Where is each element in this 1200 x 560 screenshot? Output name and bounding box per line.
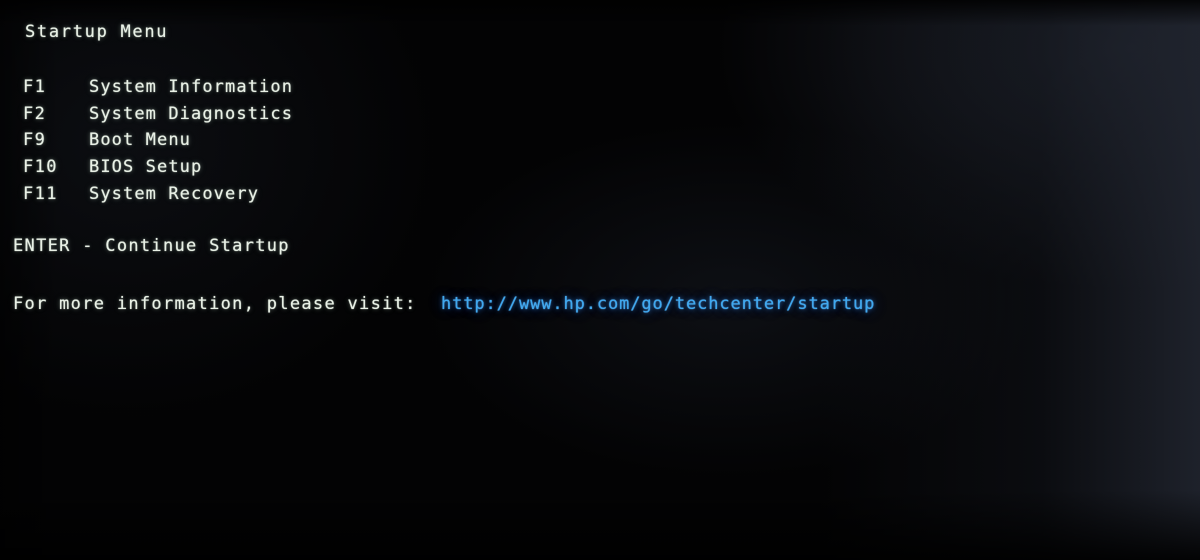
screen-content: Startup Menu F1 System Information F2 Sy… (0, 0, 1200, 560)
continue-startup-hint[interactable]: ENTER - Continue Startup (13, 236, 290, 256)
menu-item-key: F10 (23, 157, 58, 178)
more-information-label: For more information, please visit: (13, 294, 417, 314)
menu-item-key: F2 (23, 103, 47, 124)
menu-item-label: System Diagnostics (89, 103, 294, 124)
bios-startup-menu-screen: Startup Menu F1 System Information F2 Sy… (0, 0, 1200, 560)
menu-item-key: F1 (23, 77, 47, 97)
menu-item-label: BIOS Setup (89, 157, 203, 178)
page-title: Startup Menu (25, 22, 169, 42)
hp-techcenter-url: http://www.hp.com/go/techcenter/startup (441, 294, 876, 314)
menu-item-label: System Recovery (89, 183, 260, 204)
menu-item-key: F11 (23, 183, 58, 204)
menu-item-label: System Information (89, 77, 294, 97)
menu-item-key: F9 (23, 130, 47, 151)
menu-item-label: Boot Menu (89, 130, 192, 151)
